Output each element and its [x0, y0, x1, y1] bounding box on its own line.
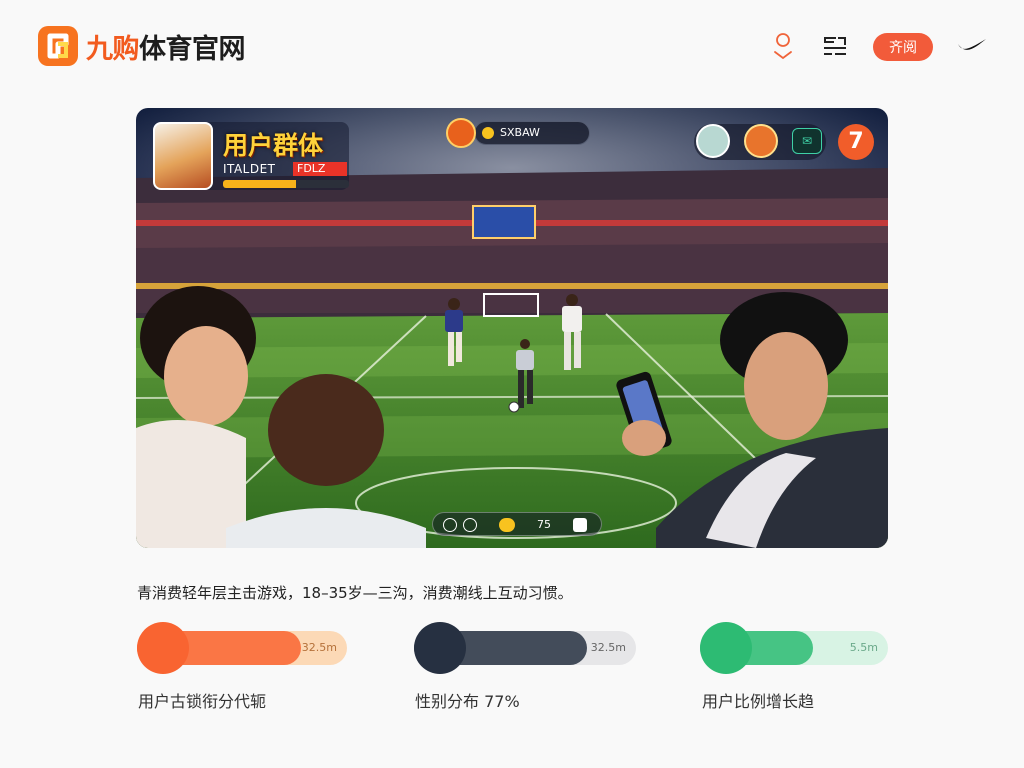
stat-label-age: 用户古锁衔分代轭	[138, 692, 267, 711]
stat-knob	[414, 622, 466, 674]
hud-top-status[interactable]: SXBAW	[446, 118, 590, 148]
nike-swoosh-icon[interactable]	[956, 30, 988, 62]
stat-label-gender: 性别分布 77%	[415, 692, 520, 711]
stat-pill-growth[interactable]: 5.5m	[700, 622, 888, 674]
hud-title: 用户群体	[223, 131, 324, 160]
hud-tag: FDLZ	[293, 162, 347, 176]
brand-name: 九购体育官网	[86, 27, 246, 66]
hud-top-text: SXBAW	[500, 126, 540, 139]
friend-avatar[interactable]	[696, 124, 730, 158]
location-pin-icon[interactable]	[770, 30, 796, 62]
coin-icon	[499, 518, 515, 532]
hud-subtitle: ITALDET	[223, 162, 276, 176]
brand[interactable]: 九购体育官网	[36, 24, 246, 68]
checkbox-icon[interactable]	[573, 518, 587, 532]
stat-value: 5.5m	[849, 641, 878, 654]
page: 九购体育官网 齐阅 用户群体 ITALDET FDLZ SXBAW ✉ 7 75…	[0, 0, 1024, 768]
hud-bottom-value: 75	[537, 518, 551, 531]
audience-description: 青消费轻年层主击游戏，18–35岁—三沟，消费潮线上互动习惯。	[137, 584, 573, 602]
stat-value: 32.5m	[301, 641, 337, 654]
brand-name-accent: 九购	[86, 33, 140, 65]
read-button[interactable]: 齐阅	[873, 33, 933, 61]
settings-icon[interactable]	[443, 518, 457, 532]
hud-avatar	[153, 122, 213, 190]
top-header: 九购体育官网 齐阅	[0, 0, 1024, 92]
hero-game-image: 用户群体 ITALDET FDLZ SXBAW ✉ 7 75	[136, 108, 888, 548]
stat-knob	[137, 622, 189, 674]
team-avatar[interactable]	[744, 124, 778, 158]
team-badge-icon	[446, 118, 476, 148]
brand-logo-icon	[38, 26, 78, 66]
stat-value: 32.5m	[590, 641, 626, 654]
hud-user-card[interactable]: 用户群体 ITALDET FDLZ	[153, 122, 349, 190]
stat-knob	[700, 622, 752, 674]
hud-progress-fill	[223, 180, 297, 188]
coin-icon	[482, 127, 494, 139]
menu-lines-icon[interactable]	[822, 30, 848, 62]
stat-label-growth: 用户比例增长趋	[702, 692, 815, 711]
brand-name-rest: 体育官网	[139, 33, 246, 65]
score-badge[interactable]: 7	[838, 124, 874, 160]
hud-bottom-bar[interactable]: 75	[432, 512, 602, 536]
share-icon[interactable]	[463, 518, 477, 532]
stat-pill-age[interactable]: 32.5m	[137, 622, 347, 674]
hud-progress-bar	[223, 180, 349, 188]
hud-right-controls: ✉ 7	[694, 122, 874, 162]
chat-icon[interactable]: ✉	[792, 128, 822, 154]
stat-pill-gender[interactable]: 32.5m	[414, 622, 636, 674]
